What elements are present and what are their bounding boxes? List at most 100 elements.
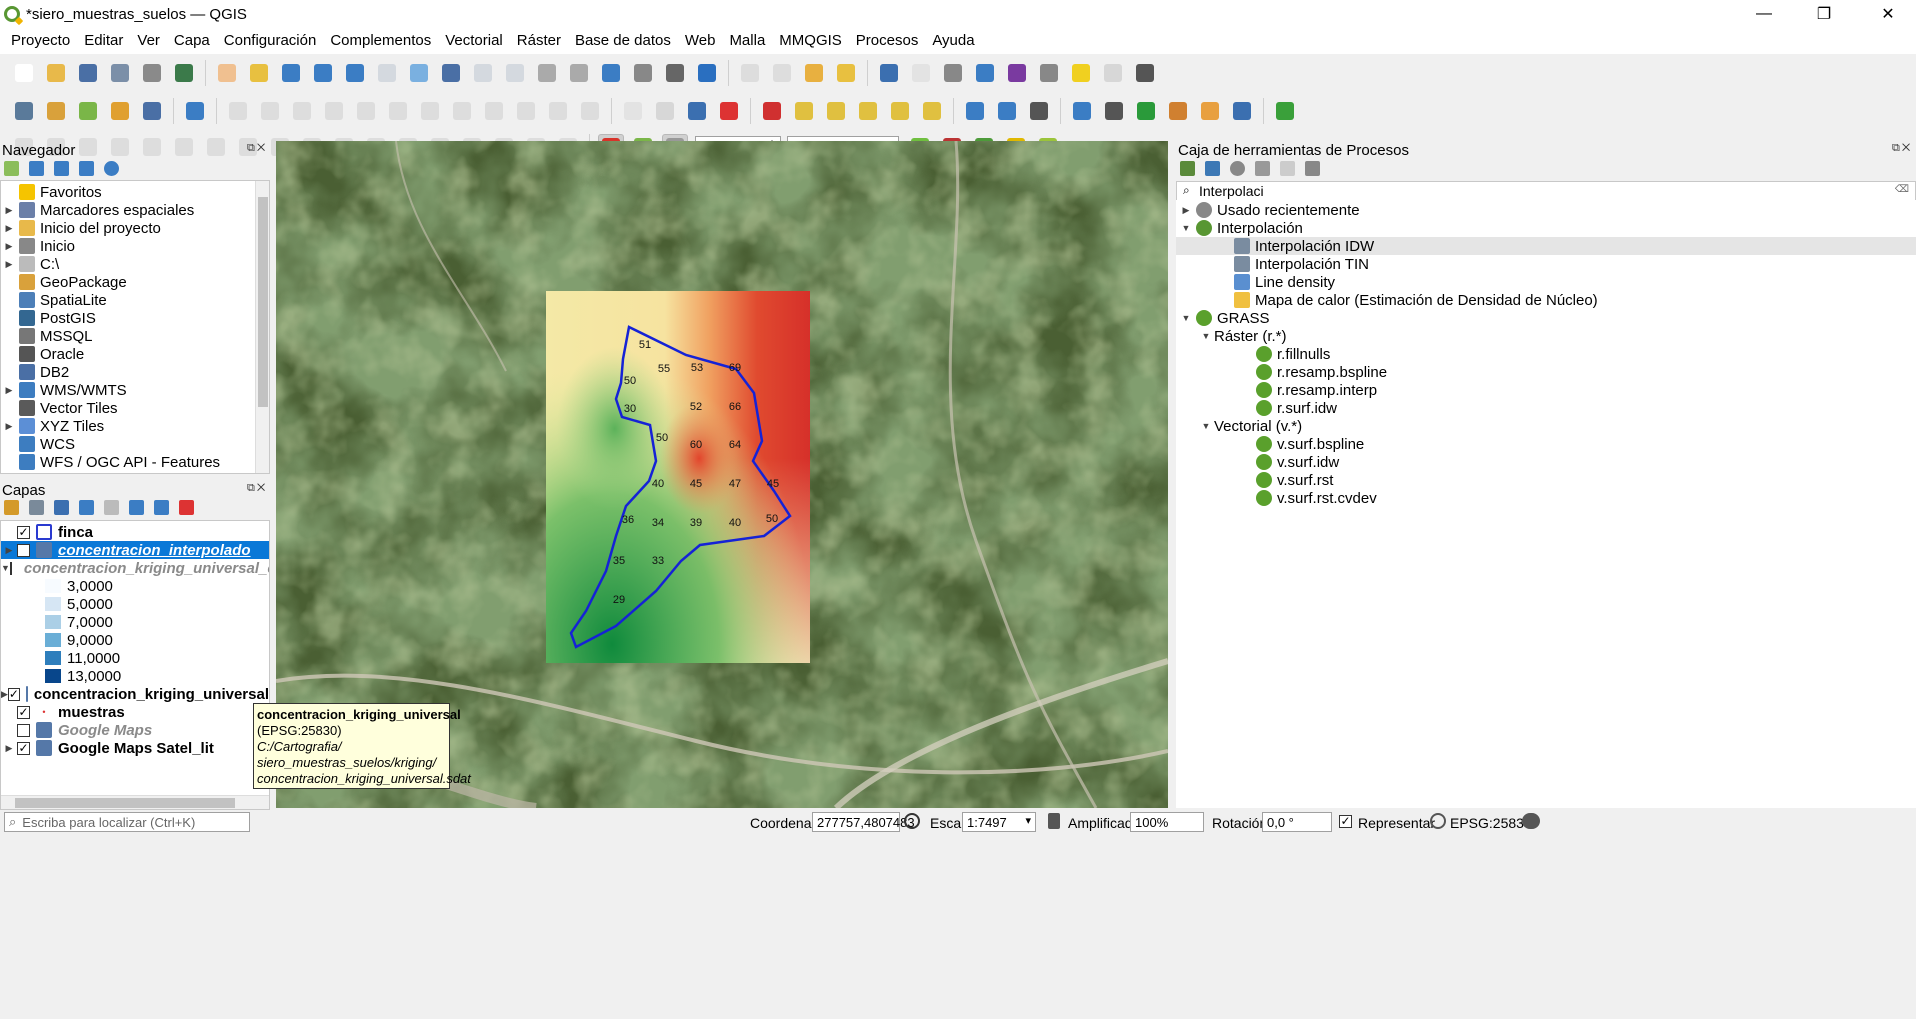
spatial-query-icon[interactable] — [1100, 60, 1126, 86]
label-tool-2-icon[interactable] — [652, 98, 678, 124]
help-icon[interactable] — [1229, 98, 1255, 124]
globe-3-icon[interactable] — [1026, 98, 1052, 124]
processing-item[interactable]: Line density — [1176, 273, 1916, 291]
models-icon[interactable] — [1180, 161, 1195, 176]
zoom-to-layer-icon[interactable] — [406, 60, 432, 86]
zoom-last-icon[interactable] — [470, 60, 496, 86]
label-move-icon[interactable] — [823, 98, 849, 124]
processing-item[interactable]: Interpolación TIN — [1176, 255, 1916, 273]
new-map-view-icon[interactable] — [534, 60, 560, 86]
layer-style-icon[interactable] — [4, 500, 19, 515]
processing-item[interactable]: ▼ Ráster (r.*) — [1176, 327, 1916, 345]
node-tool-icon[interactable] — [353, 98, 379, 124]
menu-8[interactable]: Base de datos — [568, 28, 678, 54]
expand-arrow-icon[interactable]: ▼ — [1178, 313, 1194, 323]
add-feature-icon[interactable] — [321, 98, 347, 124]
layer-item[interactable]: ✓ finca — [1, 523, 269, 541]
info-icon[interactable] — [104, 161, 119, 176]
menu-7[interactable]: Ráster — [510, 28, 568, 54]
modify-attributes-icon[interactable] — [385, 98, 411, 124]
processing-item[interactable]: ▼ Interpolación — [1176, 219, 1916, 237]
expand-arrow-icon[interactable]: ▶ — [1, 545, 17, 556]
render-checkbox[interactable]: ✓ — [1339, 815, 1352, 828]
person-plugin-icon[interactable] — [1197, 98, 1223, 124]
menu-0[interactable]: Proyecto — [4, 28, 77, 54]
expand-arrow-icon[interactable]: ▶ — [1, 689, 8, 700]
zoom-in-icon[interactable] — [278, 60, 304, 86]
navigator-item[interactable]: ▶ XYZ Tiles — [1, 417, 105, 435]
navigator-item[interactable]: ▶ Inicio del proyecto — [1, 219, 161, 237]
select-features-icon[interactable] — [737, 60, 763, 86]
bookmarks-show-icon[interactable] — [630, 60, 656, 86]
copy-icon[interactable] — [481, 98, 507, 124]
paste-icon[interactable] — [513, 98, 539, 124]
layers-hscrollbar[interactable] — [1, 795, 269, 809]
navigator-item[interactable]: Vector Tiles — [1, 399, 118, 417]
processing-options-icon[interactable] — [1305, 161, 1320, 176]
select-by-location-icon[interactable] — [833, 60, 859, 86]
processing-item[interactable]: Interpolación IDW — [1176, 237, 1916, 255]
collapse-all-layers-icon[interactable] — [154, 500, 169, 515]
globe-1-icon[interactable] — [962, 98, 988, 124]
processing-item[interactable]: Mapa de calor (Estimación de Densidad de… — [1176, 291, 1916, 309]
navigator-panel-float-close-icons[interactable]: ⧉✕ — [247, 142, 267, 155]
scripts-icon[interactable] — [1205, 161, 1220, 176]
label-rotate-icon[interactable] — [855, 98, 881, 124]
crs-label[interactable]: EPSG:25830 — [1450, 815, 1532, 831]
data-source-manager-icon[interactable] — [11, 98, 37, 124]
label-abc-icon[interactable] — [684, 98, 710, 124]
select-by-value-icon[interactable] — [769, 60, 795, 86]
refresh-icon[interactable] — [29, 161, 44, 176]
save-edits-icon[interactable] — [289, 98, 315, 124]
layer-item[interactable]: ▶ ✓ Google Maps Satel_lit — [1, 739, 269, 757]
menu-9[interactable]: Web — [678, 28, 723, 54]
undo-icon[interactable] — [545, 98, 571, 124]
menu-11[interactable]: MMQGIS — [772, 28, 849, 54]
expand-arrow-icon[interactable]: ▶ — [1, 241, 17, 252]
redo-icon[interactable] — [577, 98, 603, 124]
pan-icon[interactable] — [214, 60, 240, 86]
navigator-item[interactable]: DB2 — [1, 363, 69, 381]
rotation-field[interactable]: 0,0 ° — [1262, 812, 1332, 832]
processing-panel-float-close-icons[interactable]: ⧉✕ — [1892, 142, 1912, 155]
layer-visibility-checkbox[interactable]: ✓ — [17, 525, 30, 539]
layer-item[interactable]: ▶ concentracion_interpolado — [1, 541, 269, 559]
navigator-item[interactable]: GeoPackage — [1, 273, 127, 291]
navigator-item[interactable]: ▶ Inicio — [1, 237, 76, 255]
navigator-item[interactable]: ▶ WMS/WMTS — [1, 381, 127, 399]
temporal-controller-icon[interactable] — [662, 60, 688, 86]
new-geopackage-icon[interactable] — [43, 98, 69, 124]
layer-item[interactable]: ▼ concentracion_kriging_universal_ca — [1, 559, 269, 577]
terrain-profile-icon[interactable] — [1133, 98, 1159, 124]
fill-ring-icon[interactable] — [203, 134, 229, 160]
refresh-map-icon[interactable] — [694, 60, 720, 86]
history-icon[interactable] — [1230, 161, 1245, 176]
navigator-item[interactable]: WFS / OGC API - Features — [1, 453, 220, 471]
layer-visibility-checkbox[interactable]: ✓ — [7, 687, 20, 701]
coordinate-toggle-icon[interactable] — [904, 813, 920, 829]
remove-layer-icon[interactable] — [179, 500, 194, 515]
processing-item[interactable]: v.surf.idw — [1176, 453, 1916, 471]
scale-select[interactable]: 1:7497 ▾ — [962, 812, 1036, 832]
filter-expression-icon[interactable] — [104, 500, 119, 515]
expand-arrow-icon[interactable]: ▶ — [1, 385, 17, 396]
filter-legend-icon[interactable] — [79, 500, 94, 515]
zoom-full-icon[interactable] — [342, 60, 368, 86]
navigator-scrollbar[interactable] — [255, 181, 269, 473]
zoom-native-icon[interactable] — [438, 60, 464, 86]
home-plugin-icon[interactable] — [1165, 98, 1191, 124]
label-tool-1-icon[interactable] — [620, 98, 646, 124]
layer-item[interactable]: ▶ ✓ concentracion_kriging_universal — [1, 685, 269, 703]
new-project-icon[interactable] — [11, 60, 37, 86]
expand-arrow-icon[interactable]: ▶ — [1178, 205, 1194, 216]
navigator-item[interactable]: WCS — [1, 435, 75, 453]
layer-visibility-checkbox[interactable]: ✓ — [17, 741, 30, 755]
simplify-icon[interactable] — [107, 134, 133, 160]
processing-item[interactable]: ▶ Usado recientemente — [1176, 201, 1916, 219]
layer-visibility-checkbox[interactable] — [17, 543, 30, 557]
processing-item[interactable]: v.surf.rst — [1176, 471, 1916, 489]
navigator-item[interactable]: MSSQL — [1, 327, 93, 345]
expand-arrow-icon[interactable]: ▼ — [1198, 421, 1214, 431]
identify-icon[interactable] — [876, 60, 902, 86]
navigator-item[interactable]: ▶ C:\ — [1, 255, 60, 273]
